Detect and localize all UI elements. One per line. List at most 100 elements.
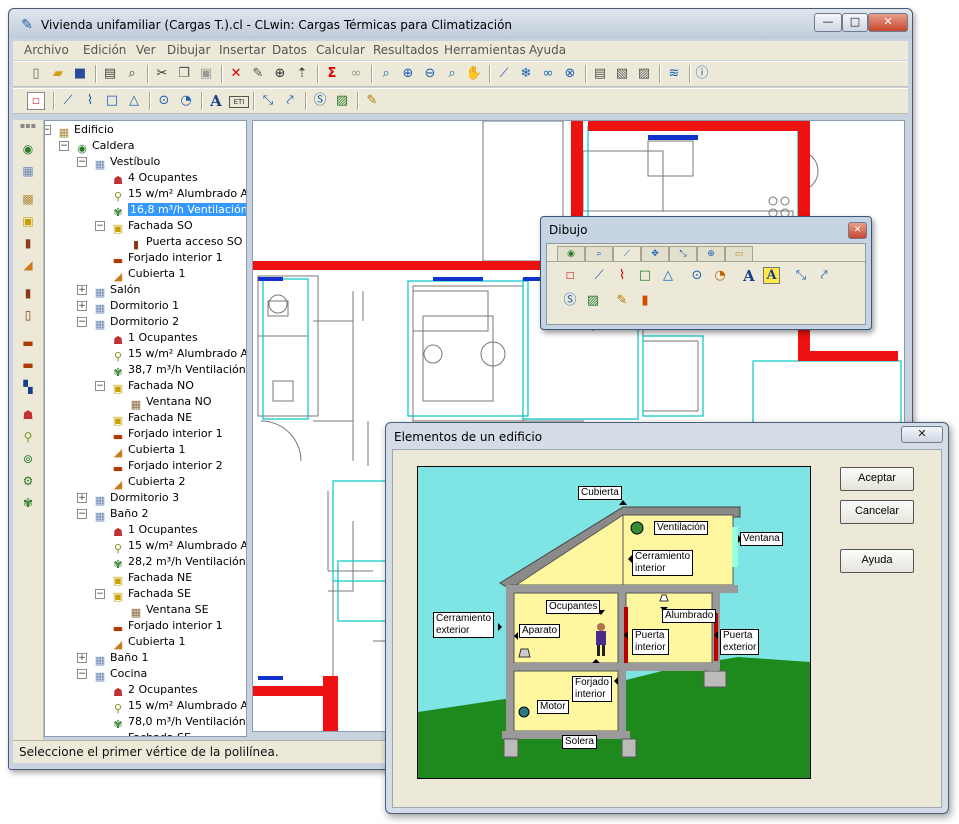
close-button[interactable]: ✕ [868,13,908,32]
pal-line-icon[interactable]: ⟋ [590,267,608,285]
link-icon[interactable]: ∞ [539,65,557,83]
report-icon[interactable]: ▤ [591,65,609,83]
image-icon[interactable]: ▨ [333,92,351,110]
zoom-icon[interactable]: ⌕ [377,65,395,83]
facade-icon[interactable]: ▩ [19,190,37,208]
cancel-button[interactable]: Cancelar [840,500,914,524]
measure-icon[interactable]: ⟋ [495,65,513,83]
polygon-icon[interactable]: △ [125,92,143,110]
tree-facade[interactable]: ▣Fachada SE [111,586,191,603]
dibujo-close-button[interactable]: ✕ [848,222,867,239]
tree-ventilation[interactable]: ✾ 78,0 m³/h Ventilación [111,714,245,731]
zoom-in-icon[interactable]: ⊕ [399,65,417,83]
tree-collapse-toggle[interactable]: − [77,157,87,167]
paste-icon[interactable]: ▣ [197,65,215,83]
pal-rectangle-icon[interactable]: □ [636,267,654,285]
pencil-icon[interactable]: ✎ [363,92,381,110]
tree-slab[interactable]: ▬ Forjado interior 2 [111,458,223,475]
accept-button[interactable]: Aceptar [840,467,914,491]
dialog-close-button[interactable]: ✕ [901,426,943,443]
pal-pencil-icon[interactable]: ✎ [613,292,631,310]
tree-slab[interactable]: ▬ Forjado interior 1 [111,250,223,267]
text-icon[interactable]: A [207,92,225,110]
new-file-icon[interactable]: ▯ [27,65,45,83]
insert-icon[interactable]: ⊕ [271,65,289,83]
menu-ver[interactable]: Ver [136,43,156,57]
menu-insertar[interactable]: Insertar [219,43,266,57]
boiler-icon[interactable]: ◉ [19,140,37,158]
menu-edicion[interactable]: Edición [83,43,126,57]
polyline-icon[interactable]: ⌇ [81,92,99,110]
symbol-icon[interactable]: Ⓢ [311,92,329,110]
tree-lighting[interactable]: ⚲ 15 w/m² Alumbrado AL [111,346,246,363]
ventilation-icon[interactable]: ✾ [19,494,37,512]
tree-roof[interactable]: ◢ Cubierta 2 [111,474,186,491]
tree-door[interactable]: ▮ Puerta acceso SO [129,234,243,251]
tree-lighting[interactable]: ⚲ 15 w/m² Alumbrado AL [111,698,246,715]
tree-facade[interactable]: ▣ Fachada NE [111,570,192,587]
pal-image-icon[interactable]: ▨ [584,292,602,310]
maximize-button[interactable]: □ [842,13,868,32]
pal-polyline-icon[interactable]: ⌇ [613,267,631,285]
appliance-icon[interactable]: ⊚ [19,450,37,468]
slab-icon[interactable]: ▬ [19,334,37,352]
tab-folder[interactable]: ▭ [725,246,753,261]
tree-expand-toggle[interactable]: + [77,301,87,311]
copy-icon[interactable]: ❐ [175,65,193,83]
zoom-window-icon[interactable]: ⌕ [443,65,461,83]
tree-lighting[interactable]: ⚲ 15 w/m² Alumbrado AL [111,538,246,555]
tree-facade[interactable]: ▣ Fachada NE [111,410,192,427]
pal-circle-icon[interactable]: ⊙ [688,267,706,285]
print-icon[interactable]: ▤ [101,65,119,83]
move-icon[interactable]: ⇡ [293,65,311,83]
save-icon[interactable]: ■ [71,65,89,83]
zoom-out-icon[interactable]: ⊖ [421,65,439,83]
tab-dimension[interactable]: ⤡ [669,246,697,261]
dimension-icon[interactable]: ⤡ [259,92,277,110]
menu-calcular[interactable]: Calcular [316,43,365,57]
cut-icon[interactable]: ✂ [153,65,171,83]
tree-facade[interactable]: ▣Fachada SE [111,730,191,736]
app-icon[interactable]: ✎ [19,17,35,33]
tree-room[interactable]: ▦ Dormitorio 1 [93,298,179,315]
tree-facade[interactable]: ▣ Fachada SO [111,218,193,235]
pal-chart-icon[interactable]: ▮ [636,292,654,310]
pal-polygon-icon[interactable]: △ [659,267,677,285]
menu-dibujar[interactable]: Dibujar [167,43,210,57]
dibujo-palette[interactable]: Dibujo ✕ ◉ ⌕ ⟋ ✥ ⤡ ⊕ ▭ □ ⟋ ⌇ □ △ ⊙ ◔ A A… [540,216,872,330]
arc-icon[interactable]: ◔ [177,92,195,110]
line-icon[interactable]: ⟋ [59,92,77,110]
tab-draw[interactable]: ⟋ [613,246,641,261]
sum-icon[interactable]: Σ [323,65,341,83]
label-icon[interactable]: ETI [229,96,249,108]
tree-slab[interactable]: ▬ Forjado interior 1 [111,618,223,635]
snowflake-icon[interactable]: ❄ [517,65,535,83]
tree-room[interactable]: ▦ Cocina [93,666,147,683]
tree-collapse-toggle[interactable]: − [77,509,87,519]
tree-window[interactable]: ▦ Ventana NO [129,394,212,411]
pal-symbol-icon[interactable]: Ⓢ [561,292,579,310]
room-icon[interactable]: ▦ [19,162,37,180]
title-bar[interactable]: ✎ Vivienda unifamiliar (Cargas T.).cl - … [9,9,912,39]
tree-edificio[interactable]: ▦ Edificio [57,122,114,139]
rectangle-icon[interactable]: □ [103,92,121,110]
tree-room[interactable]: ▦ Baño 2 [93,506,149,523]
point-icon[interactable]: □ [27,92,45,110]
tree-room[interactable]: ▦ Salón [93,282,141,299]
pal-label-icon[interactable]: A [763,267,780,284]
tree-slab[interactable]: ▬ Forjado interior 1 [111,426,223,443]
tree-occupants[interactable]: ☗ 1 Ocupantes [111,522,198,539]
tree-occupants[interactable]: ☗ 1 Ocupantes [111,330,198,347]
minimize-button[interactable]: — [814,13,842,32]
motor-icon[interactable]: ⚙ [19,472,37,490]
tree-collapse-toggle[interactable]: − [45,125,51,135]
menu-datos[interactable]: Datos [272,43,307,57]
pal-dimension-icon[interactable]: ⤡ [792,267,810,285]
tree-facade[interactable]: ▣ Fachada NO [111,378,194,395]
edit-icon[interactable]: ✎ [249,65,267,83]
interior-door-icon[interactable]: ▯ [19,306,37,324]
tree-roof[interactable]: ◢ Cubierta 1 [111,634,186,651]
exterior-door-icon[interactable]: ▮ [19,284,37,302]
pal-text-icon[interactable]: A [740,267,758,285]
tree-expand-toggle[interactable]: + [77,653,87,663]
